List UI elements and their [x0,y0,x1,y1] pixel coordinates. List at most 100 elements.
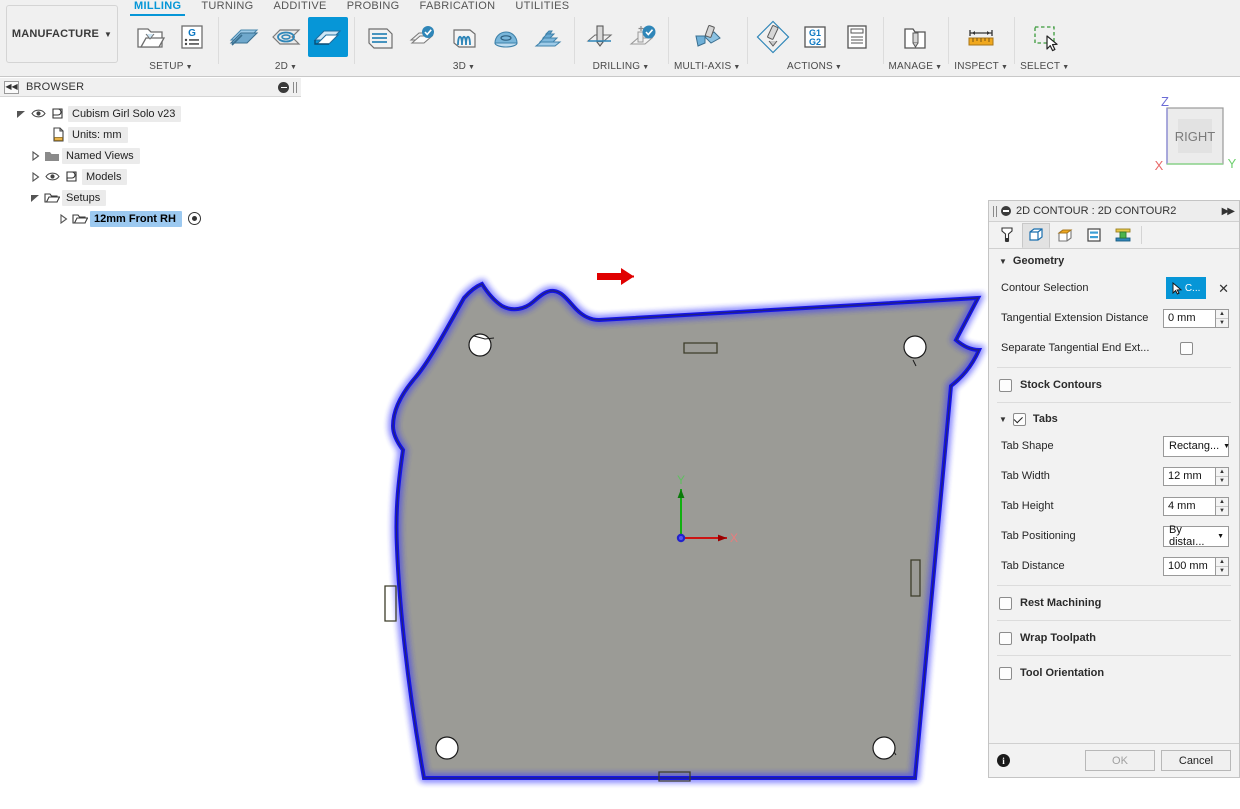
dialog-title-bar[interactable]: 2D CONTOUR : 2D CONTOUR2 ▶▶ [989,201,1239,222]
section-tool-orientation[interactable]: Tool Orientation [989,660,1239,686]
spin-down-icon[interactable]: ▼ [1216,319,1228,327]
section-wrap-toolpath[interactable]: Wrap Toolpath [989,625,1239,651]
tree-item-models[interactable]: Models [0,166,301,187]
visibility-eye-icon[interactable] [28,108,48,119]
simulate-icon[interactable] [753,17,793,57]
measure-icon[interactable] [961,17,1001,57]
tab-fabrication[interactable]: FABRICATION [410,0,506,14]
chevron-down-icon: ▼ [1217,532,1224,540]
spin-up-icon[interactable]: ▲ [1216,558,1228,567]
expand-right-icon[interactable]: ▶▶ [1222,201,1235,222]
tab-heights[interactable] [1051,223,1079,248]
parallel-icon[interactable] [444,17,484,57]
tab-turning[interactable]: TURNING [191,0,263,14]
tab-linking[interactable] [1109,223,1137,248]
post-process-icon[interactable]: G1 G2 [795,17,835,57]
tab-tool[interactable] [993,223,1021,248]
tab-probing[interactable]: PROBING [337,0,410,14]
tab-additive[interactable]: ADDITIVE [264,0,337,14]
setup-sheet-icon[interactable] [837,17,877,57]
spin-up-icon[interactable]: ▲ [1216,468,1228,477]
twist-down-icon[interactable] [28,187,42,208]
spin-down-icon[interactable]: ▼ [1216,567,1228,575]
tab-shape-select[interactable]: Rectang... ▼ [1163,435,1230,457]
3d-pocket-icon[interactable] [402,17,442,57]
g-code-list-icon[interactable]: G [172,17,212,57]
tree-item-units[interactable]: Units: mm [0,124,301,145]
section-tabs-header[interactable]: ▼ Tabs [989,407,1239,431]
minus-circle-icon[interactable] [278,82,289,93]
workspace-switcher[interactable]: MANUFACTURE ▼ [6,5,118,63]
tab-width-input[interactable]: 12 mm [1163,466,1215,486]
multi-axis-icon[interactable] [687,17,727,57]
collapse-left-icon[interactable]: ◀◀ [4,80,19,94]
ribbon-group-setup-label[interactable]: SETUP ▼ [149,61,192,72]
ribbon-group-select-label[interactable]: SELECT ▼ [1020,61,1069,72]
2d-contour-icon[interactable] [308,17,348,57]
tool-orientation-checkbox[interactable] [999,666,1012,680]
spin-down-icon[interactable]: ▼ [1216,507,1228,515]
ribbon-group-multi-axis-label[interactable]: MULTI-AXIS ▼ [674,61,741,72]
wrap-toolpath-checkbox[interactable] [999,631,1012,645]
cancel-button[interactable]: Cancel [1161,750,1231,771]
ribbon-group-inspect-label[interactable]: INSPECT ▼ [954,61,1008,72]
twist-down-icon[interactable] [14,103,28,124]
2d-adaptive-icon[interactable] [266,17,306,57]
view-cube[interactable]: RIGHT Z Y X [1147,94,1240,180]
twist-right-icon[interactable] [28,145,42,166]
tab-width-stepper[interactable]: ▲ ▼ [1215,466,1229,486]
tab-positioning-select[interactable]: By distaı... ▼ [1163,524,1229,548]
tab-geometry[interactable] [1022,222,1050,248]
tree-item-setups[interactable]: Setups [0,187,301,208]
ribbon-group-multi-axis: MULTI-AXIS ▼ [668,14,747,76]
spin-up-icon[interactable]: ▲ [1216,498,1228,507]
scallop-icon[interactable] [486,17,526,57]
target-dot-icon[interactable] [187,212,201,225]
radial-icon[interactable] [528,17,568,57]
section-rest-machining[interactable]: Rest Machining [989,590,1239,616]
twist-right-icon[interactable] [28,166,42,187]
select-window-icon[interactable] [1025,17,1065,57]
panel-grip[interactable] [293,82,297,93]
ribbon-group-manage-label[interactable]: MANAGE ▼ [889,61,943,72]
tool-library-icon[interactable] [895,17,935,57]
tabs-checkbox[interactable] [1012,412,1026,426]
ribbon-group-drilling-label[interactable]: DRILLING ▼ [593,61,650,72]
tab-distance-input[interactable]: 100 mm [1163,556,1215,576]
face-icon[interactable] [224,17,264,57]
tree-item-document[interactable]: Cubism Girl Solo v23 [0,103,301,124]
ok-button[interactable]: OK [1085,750,1155,771]
minus-circle-icon[interactable] [1001,206,1011,216]
3d-adaptive-icon[interactable] [360,17,400,57]
info-icon[interactable]: i [997,754,1010,767]
tangential-extension-input[interactable]: 0 mm [1163,308,1215,328]
tree-item-setup-12mm-front-rh[interactable]: 12mm Front RH [0,208,301,229]
twist-right-icon[interactable] [56,208,70,229]
section-stock-contours[interactable]: Stock Contours [989,372,1239,398]
tab-height-input[interactable]: 4 mm [1163,496,1215,516]
setup-folder-icon[interactable] [130,17,170,57]
tab-utilities[interactable]: UTILITIES [505,0,579,14]
visibility-eye-icon[interactable] [42,171,62,182]
separate-tangential-checkbox[interactable] [1180,341,1193,355]
spin-down-icon[interactable]: ▼ [1216,477,1228,485]
close-icon[interactable]: ✕ [1218,282,1229,295]
tab-height-stepper[interactable]: ▲ ▼ [1215,496,1229,516]
ribbon-group-3d-label[interactable]: 3D ▼ [453,61,475,72]
drill-add-icon[interactable] [622,17,662,57]
rest-machining-checkbox[interactable] [999,596,1012,610]
section-geometry-header[interactable]: ▼ Geometry [989,249,1239,273]
tab-milling[interactable]: MILLING [124,0,191,16]
stock-contours-checkbox[interactable] [999,378,1012,392]
tab-passes[interactable] [1080,223,1108,248]
drill-icon[interactable] [580,17,620,57]
ribbon-group-2d-label[interactable]: 2D ▼ [275,61,297,72]
tab-distance-stepper[interactable]: ▲ ▼ [1215,556,1229,576]
dialog-grip[interactable] [993,205,997,217]
spin-up-icon[interactable]: ▲ [1216,310,1228,319]
tree-item-named-views[interactable]: Named Views [0,145,301,166]
contour-selection-button[interactable]: C... [1166,277,1207,299]
ribbon-group-actions-label[interactable]: ACTIONS ▼ [787,61,842,72]
browser-splitter[interactable] [301,78,311,809]
tangential-extension-stepper[interactable]: ▲ ▼ [1215,308,1229,328]
